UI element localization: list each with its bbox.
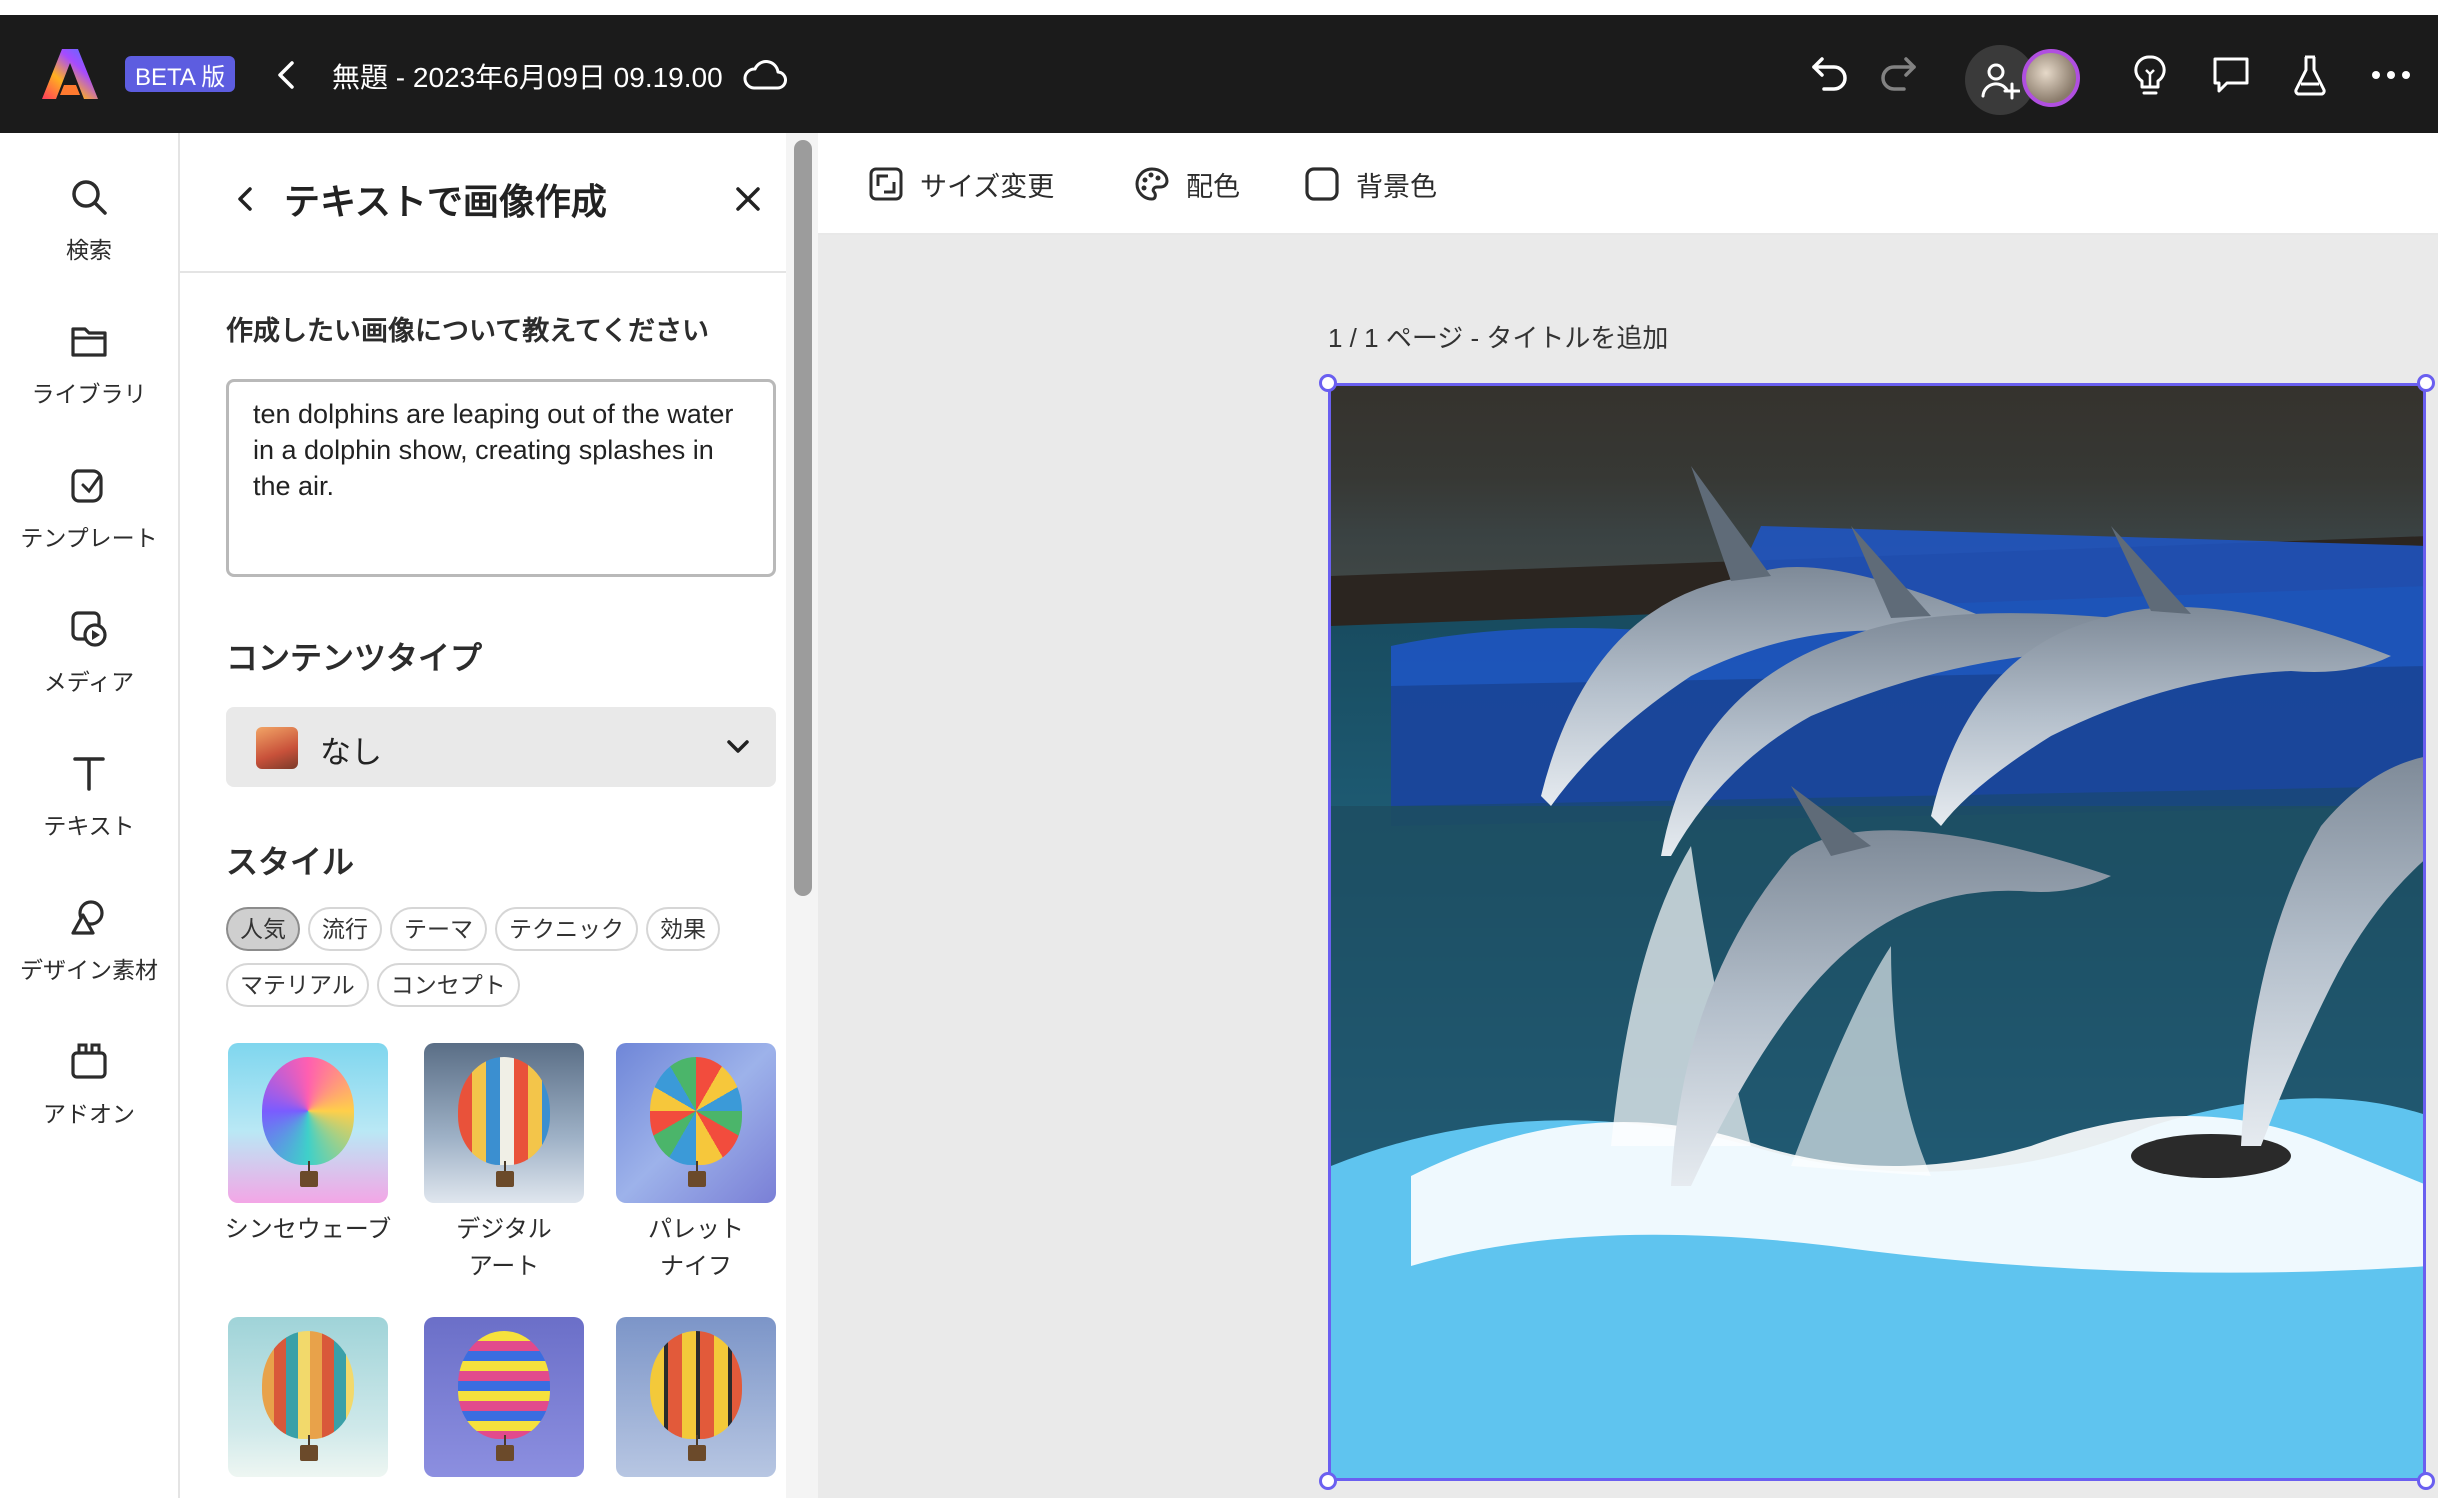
flask-icon[interactable] xyxy=(2288,51,2332,99)
rail-label: テンプレート xyxy=(20,525,158,551)
comment-icon[interactable] xyxy=(2208,51,2254,99)
resize-handle-top-right[interactable] xyxy=(2417,374,2435,392)
chip-popular[interactable]: 人気 xyxy=(226,907,300,951)
style-thumbnail-digital-art[interactable] xyxy=(424,1043,584,1203)
lightbulb-icon[interactable] xyxy=(2128,51,2172,99)
resize-label: サイズ変更 xyxy=(920,171,1055,202)
shapes-icon xyxy=(71,900,104,935)
redo-icon[interactable] xyxy=(1876,51,1920,95)
style-chips: 人気 流行 テーマ テクニック 効果マテリアル コンセプト xyxy=(226,907,786,1019)
prompt-label: 作成したい画像について教えてください xyxy=(226,316,710,346)
resize-icon xyxy=(869,167,903,201)
style-label: スタイル xyxy=(226,844,355,880)
rail-item-text[interactable]: テキスト xyxy=(0,751,178,841)
chip-technique[interactable]: テクニック xyxy=(495,907,638,951)
page-label[interactable]: 1 / 1 ページ - タイトルを追加 xyxy=(1328,318,1668,355)
panel-back-icon[interactable] xyxy=(228,177,264,221)
text-icon xyxy=(73,757,105,791)
beta-badge: BETA 版 xyxy=(125,56,236,92)
addon-icon xyxy=(71,1043,107,1079)
rail-item-search[interactable]: 検索 xyxy=(0,175,178,265)
panel-title: テキストで画像作成 xyxy=(284,181,607,222)
rail-label: ライブラリ xyxy=(31,381,147,407)
style-thumbnail-palette-knife[interactable] xyxy=(616,1043,776,1203)
document-title[interactable]: 無題 - 2023年6月09日 09.19.00 xyxy=(332,51,723,101)
style-label-line: アート xyxy=(468,1253,540,1280)
left-rail: 検索 ライブラリ テンプレート メディア テキスト デザイン素材 アドオン xyxy=(0,133,180,1498)
rail-label: テキスト xyxy=(43,813,135,839)
content-type-value: なし xyxy=(320,735,382,770)
color-scheme-label: 配色 xyxy=(1186,171,1240,202)
background-color-label: 背景色 xyxy=(1356,171,1437,202)
style-thumbnail-pop[interactable] xyxy=(424,1317,584,1477)
canvas-toolbar: サイズ変更 配色 背景色 xyxy=(818,133,2438,235)
style-thumbnail-photo[interactable] xyxy=(616,1317,776,1477)
rail-item-media[interactable]: メディア xyxy=(0,607,178,697)
style-label-line: ナイフ xyxy=(660,1253,732,1280)
generated-image[interactable] xyxy=(1328,383,2426,1481)
color-scheme-button[interactable]: 配色 xyxy=(1134,161,1240,207)
rail-item-addons[interactable]: アドオン xyxy=(0,1039,178,1129)
panel-header: テキストで画像作成 xyxy=(180,133,786,273)
rail-item-library[interactable]: ライブラリ xyxy=(0,319,178,409)
style-thumbnail-paper[interactable] xyxy=(228,1317,388,1477)
cloud-icon[interactable] xyxy=(742,51,788,97)
rail-item-design-assets[interactable]: デザイン素材 xyxy=(0,895,178,985)
palette-icon xyxy=(1135,167,1169,201)
style-label-line: デジタル xyxy=(456,1216,552,1243)
resize-handle-top-left[interactable] xyxy=(1319,374,1337,392)
resize-handle-bottom-left[interactable] xyxy=(1319,1472,1337,1490)
resize-button[interactable]: サイズ変更 xyxy=(868,161,1054,207)
rail-label: デザイン素材 xyxy=(20,957,158,983)
rail-item-templates[interactable]: テンプレート xyxy=(0,463,178,553)
top-bar: BETA 版 無題 - 2023年6月09日 09.19.00 xyxy=(0,15,2438,133)
background-color-button[interactable]: 背景色 xyxy=(1304,161,1437,207)
rail-label: 検索 xyxy=(66,237,112,263)
chip-concept[interactable]: コンセプト xyxy=(376,963,520,1007)
chip-trending[interactable]: 流行 xyxy=(308,907,382,951)
close-icon[interactable] xyxy=(730,181,766,217)
style-label-synthwave: シンセウェーブ xyxy=(224,1216,392,1243)
chevron-down-icon xyxy=(722,731,754,763)
text-to-image-panel: テキストで画像作成 作成したい画像について教えてください ten dolphin… xyxy=(180,133,786,1498)
content-type-select[interactable]: なし xyxy=(226,707,776,787)
resize-handle-bottom-right[interactable] xyxy=(2417,1472,2435,1490)
panel-scrollbar[interactable] xyxy=(794,140,812,896)
more-options-icon[interactable] xyxy=(2368,51,2414,99)
style-label-palette-knife: パレット ナイフ xyxy=(596,1211,796,1285)
content-type-label: コンテンツタイプ xyxy=(226,640,483,676)
chip-effect[interactable]: 効果 xyxy=(646,907,720,951)
rail-label: メディア xyxy=(43,669,135,695)
background-color-icon xyxy=(1305,167,1339,201)
style-label-digital-art: デジタル アート xyxy=(404,1211,604,1285)
style-thumbnail-synthwave[interactable] xyxy=(228,1043,388,1203)
template-icon xyxy=(71,469,103,503)
search-icon xyxy=(72,180,107,215)
prompt-input[interactable]: ten dolphins are leaping out of the wate… xyxy=(226,379,776,577)
dolphin-show-image xyxy=(1331,386,2423,1478)
style-label-line: パレット xyxy=(648,1216,744,1243)
undo-icon[interactable] xyxy=(1808,51,1852,95)
adobe-express-logo-icon[interactable] xyxy=(40,45,100,103)
folder-icon xyxy=(71,327,107,357)
rail-label: アドオン xyxy=(43,1101,135,1127)
content-type-thumbnail xyxy=(256,727,298,769)
window-top-strip xyxy=(0,0,2438,15)
user-avatar[interactable] xyxy=(2022,49,2080,107)
chip-theme[interactable]: テーマ xyxy=(390,907,487,951)
media-icon xyxy=(71,611,107,647)
back-icon[interactable] xyxy=(268,55,304,95)
chip-material[interactable]: マテリアル xyxy=(226,963,369,1007)
